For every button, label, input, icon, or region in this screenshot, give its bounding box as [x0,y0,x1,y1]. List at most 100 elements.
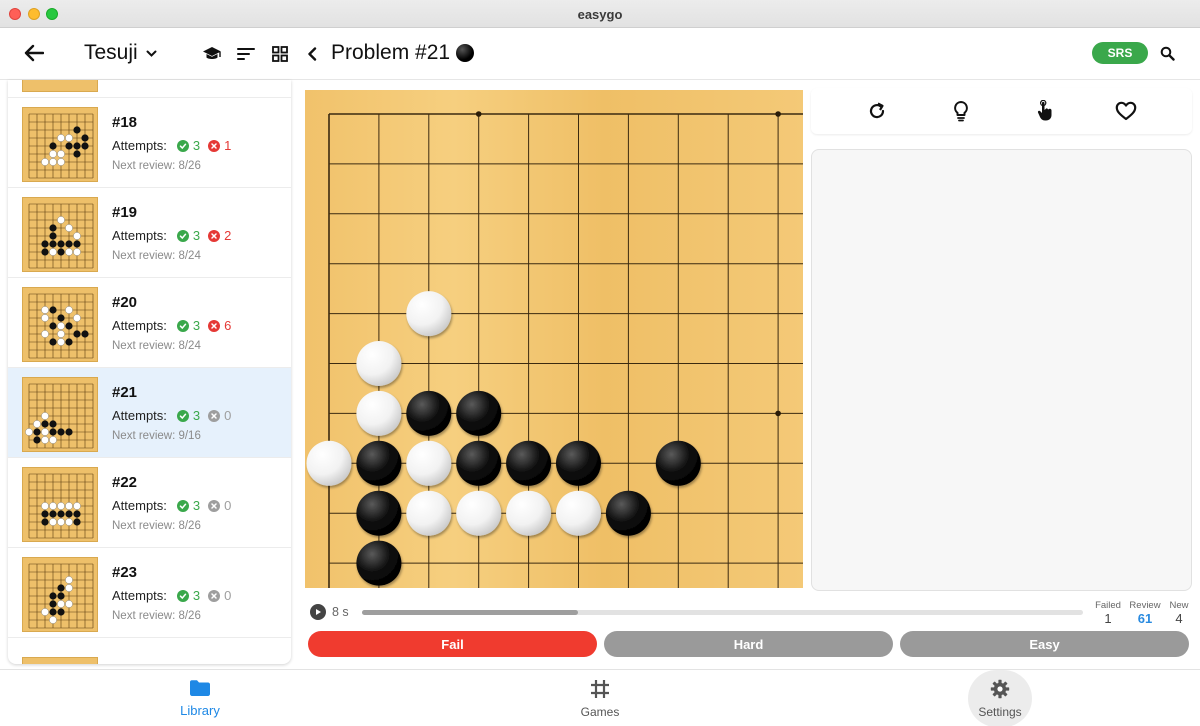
nav-library[interactable]: Library [150,670,250,726]
problem-list[interactable]: #18 Attempts: 3 1 Next review: 8/26 #19 … [8,80,291,664]
success-count: 3 [192,588,201,603]
grid-view-icon[interactable] [269,42,291,66]
hoshi-point [775,111,781,117]
srs-badge-button[interactable]: SRS [1092,42,1148,64]
success-check-icon [176,229,189,242]
black-stone [406,390,452,436]
problem-title-text: Problem #21 [331,41,451,64]
attempts-row: Attempts: 3 1 [112,138,231,153]
board-grid-icon [590,679,610,702]
attempts-row: Attempts: 3 2 [112,228,231,243]
attempts-row: Attempts: 3 0 [112,408,231,423]
problem-thumbnail [22,197,98,272]
hint-lightbulb-icon[interactable] [949,99,973,123]
list-item[interactable] [8,80,291,98]
list-item[interactable]: #21 Attempts: 3 0 Next review: 9/16 [8,368,291,458]
go-board-svg[interactable] [305,90,803,588]
black-stone [556,440,601,486]
list-item[interactable]: #22 Attempts: 3 0 Next review: 8/26 [8,458,291,548]
success-count: 3 [192,318,201,333]
bottom-navigation: Library Games Settings [0,669,1200,726]
list-item[interactable]: #20 Attempts: 3 6 Next review: 8/24 [8,278,291,368]
app-window: easygo Tesuji Problem #21 SRS #18 Attemp… [0,0,1200,726]
attempts-label: Attempts: [112,408,167,423]
white-stone [406,440,452,486]
toolbar: Tesuji Problem #21 SRS [0,28,1200,80]
failed-label: Failed [1095,600,1121,611]
title-bar: easygo [0,0,1200,28]
problem-thumbnail [22,287,98,362]
fail-x-icon [208,499,221,512]
next-review: Next review: 8/26 [112,160,201,172]
search-icon[interactable] [1157,42,1177,64]
hoshi-point [475,111,482,117]
comment-panel [811,149,1192,591]
fail-button[interactable]: Fail [308,631,597,657]
go-board[interactable] [305,90,803,588]
white-stone [356,390,402,436]
next-review: Next review: 9/16 [112,430,201,442]
black-stone [456,390,502,436]
nav-games-label: Games [580,704,620,719]
problem-number: #23 [112,564,138,581]
black-stone [356,440,402,486]
failed-count: 1 [1104,611,1112,626]
black-stone [456,440,502,486]
problem-number: #20 [112,294,138,311]
collection-title: Tesuji [84,41,138,64]
easy-button[interactable]: Easy [900,631,1189,657]
fail-x-icon [208,409,221,422]
white-stone [356,341,402,386]
graduation-cap-icon[interactable] [200,42,224,66]
new-count: 4 [1175,611,1183,626]
success-count: 3 [192,498,201,513]
black-stone [655,440,701,486]
problem-thumbnail [22,107,98,182]
problem-number: #18 [112,114,138,131]
new-stat: New 4 [1166,600,1192,626]
list-item[interactable] [8,648,291,664]
list-item[interactable]: #18 Attempts: 3 1 Next review: 8/26 [8,98,291,188]
play-icon[interactable] [310,604,326,620]
chevron-down-icon [146,47,157,61]
fail-count: 2 [224,228,232,243]
attempts-label: Attempts: [112,318,167,333]
problem-actions-bar [811,88,1192,134]
window-title: easygo [577,7,623,22]
collection-dropdown[interactable]: Tesuji [84,41,157,65]
nav-games[interactable]: Games [550,670,650,726]
list-item[interactable]: #19 Attempts: 3 2 Next review: 8/24 [8,188,291,278]
next-review: Next review: 8/24 [112,250,201,262]
attempts-row: Attempts: 3 0 [112,498,231,513]
attempts-label: Attempts: [112,228,167,243]
reset-icon[interactable] [865,99,889,123]
success-check-icon [176,589,189,602]
success-check-icon [176,139,189,152]
success-check-icon [176,319,189,332]
white-stone [456,490,502,536]
chevron-left-icon[interactable] [304,42,320,66]
failed-stat: Failed 1 [1092,600,1124,626]
black-stone [356,540,402,586]
new-label: New [1169,600,1189,611]
problem-thumbnail [22,467,98,542]
review-label: Review [1129,600,1161,611]
nav-settings[interactable]: Settings [950,670,1050,726]
nav-library-label: Library [180,703,220,718]
problem-number: #22 [112,474,138,491]
hard-button[interactable]: Hard [604,631,893,657]
fail-count: 0 [224,498,232,513]
fail-x-icon [208,589,221,602]
list-item[interactable]: #23 Attempts: 3 0 Next review: 8/26 [8,548,291,638]
favorite-heart-icon[interactable] [1114,99,1138,123]
fail-count: 6 [224,318,232,333]
tap-hand-icon[interactable] [1033,99,1057,123]
timer-progress-fill [362,610,579,615]
review-count: 61 [1137,611,1153,626]
sort-icon[interactable] [235,42,257,66]
black-stone [605,490,651,536]
problem-number: #19 [112,204,138,221]
back-arrow-icon[interactable] [22,40,46,66]
success-check-icon [176,409,189,422]
white-stone [506,490,552,536]
